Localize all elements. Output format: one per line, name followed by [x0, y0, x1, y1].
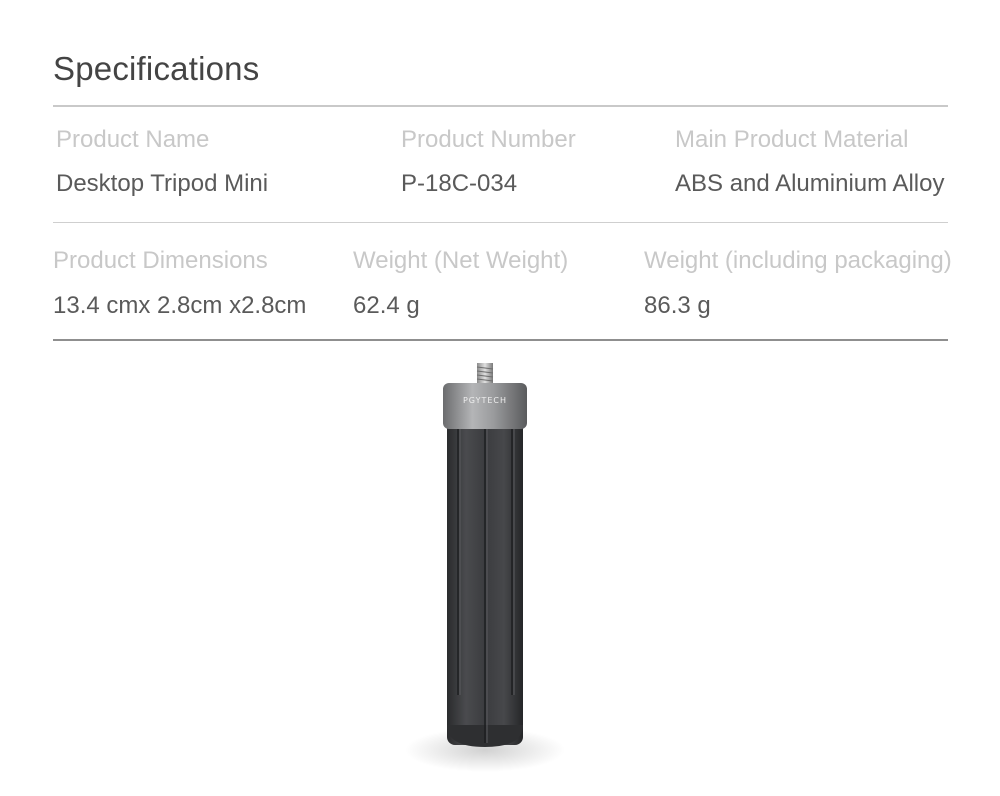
spec-label-dimensions: Product Dimensions [53, 247, 268, 274]
spec-value-material: ABS and Aluminium Alloy [675, 170, 945, 197]
spec-value-gross-weight: 86.3 g [644, 292, 711, 319]
mount-screw [477, 363, 493, 385]
tripod-handle-illustration: PGYTECH [405, 363, 565, 772]
spec-label-material: Main Product Material [675, 126, 909, 153]
product-image-tripod-handle: PGYTECH [400, 355, 570, 791]
brand-logo: PGYTECH [463, 396, 507, 405]
divider-middle [53, 222, 948, 223]
spec-label-gross-weight: Weight (including packaging) [644, 247, 952, 274]
spec-label-product-number: Product Number [401, 126, 576, 153]
divider-top [53, 105, 948, 107]
spec-value-net-weight: 62.4 g [353, 292, 420, 319]
aluminium-cap [443, 383, 527, 429]
divider-bottom [53, 339, 948, 341]
spec-value-product-name: Desktop Tripod Mini [56, 170, 269, 197]
spec-value-product-number: P-18C-034 [401, 170, 518, 197]
spec-value-dimensions: 13.4 cmx 2.8cm x2.8cm [53, 292, 307, 319]
spec-label-net-weight: Weight (Net Weight) [353, 247, 569, 274]
spec-label-product-name: Product Name [56, 126, 210, 153]
page-title: Specifications [53, 50, 260, 87]
